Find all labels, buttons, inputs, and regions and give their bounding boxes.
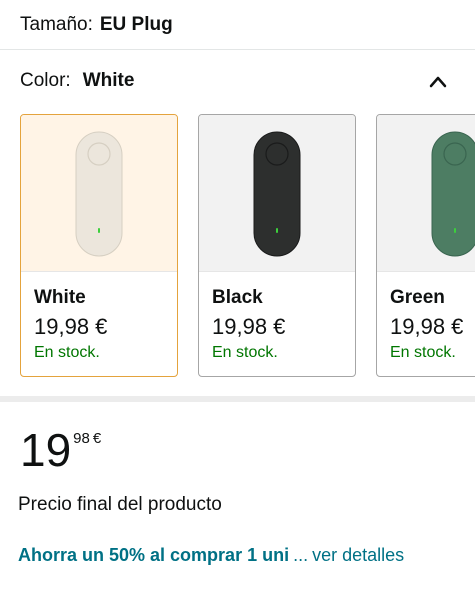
- product-price: 19 98 €: [20, 425, 101, 475]
- color-value: White: [82, 70, 135, 91]
- color-swatch-white[interactable]: White 19,98 € En stock.: [20, 114, 178, 377]
- size-selector-row[interactable]: Tamaño: EU Plug: [0, 0, 475, 50]
- size-value: EU Plug: [99, 13, 173, 35]
- swatch-image: [199, 115, 355, 272]
- swatch-name: White: [34, 287, 86, 308]
- plug-device-image: [75, 131, 123, 257]
- color-swatch-green[interactable]: Green 19,98 € En stock.: [376, 114, 475, 377]
- savings-promo-text: Ahorra un 50% al comprar 1 uni: [18, 545, 290, 565]
- price-currency: €: [92, 430, 102, 447]
- color-selector-header[interactable]: Color: White: [0, 60, 475, 102]
- chevron-up-icon[interactable]: [429, 73, 447, 91]
- swatch-stock-status: En stock.: [34, 344, 100, 361]
- plug-device-image: [253, 131, 301, 257]
- swatch-image: [21, 115, 177, 272]
- swatch-price: 19,98 €: [390, 314, 464, 339]
- section-divider: [0, 396, 475, 402]
- size-label: Tamaño:: [20, 13, 93, 35]
- swatch-price: 19,98 €: [34, 314, 108, 339]
- product-options-page: Tamaño: EU Plug Color: White White 19,98…: [0, 0, 475, 591]
- swatch-name: Green: [390, 287, 445, 308]
- swatch-image: [377, 115, 475, 272]
- plug-device-image: [431, 131, 475, 257]
- see-details-link[interactable]: ver detalles: [312, 545, 404, 565]
- price-note: Precio final del producto: [18, 494, 222, 515]
- color-swatch-black[interactable]: Black 19,98 € En stock.: [198, 114, 356, 377]
- color-label: Color:: [20, 70, 71, 91]
- swatch-stock-status: En stock.: [390, 344, 456, 361]
- savings-ellipsis: ...: [293, 545, 309, 565]
- savings-promo[interactable]: Ahorra un 50% al comprar 1 uni... ver det…: [18, 545, 404, 566]
- price-fraction: 98: [73, 430, 90, 447]
- swatch-stock-status: En stock.: [212, 344, 278, 361]
- price-whole: 19: [20, 424, 72, 476]
- swatch-price: 19,98 €: [212, 314, 286, 339]
- swatch-name: Black: [212, 287, 263, 308]
